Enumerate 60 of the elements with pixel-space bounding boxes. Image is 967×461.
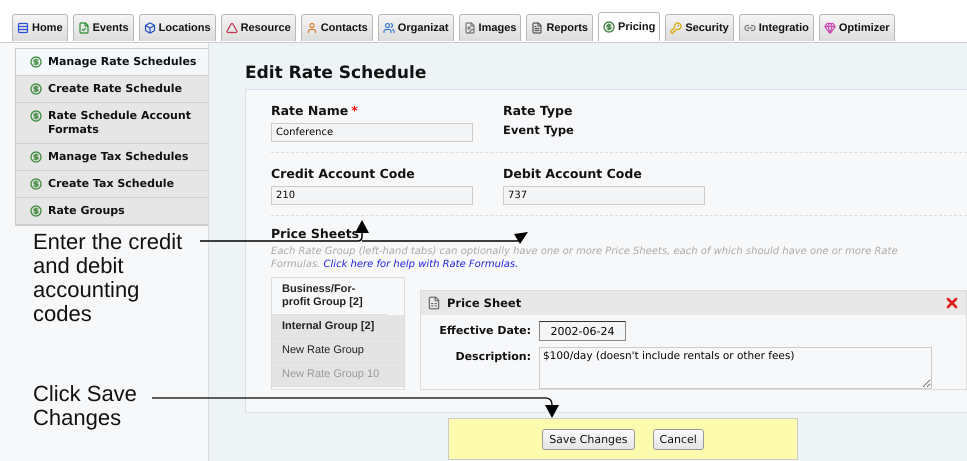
sidebar-item[interactable]: Rate Schedule Account Formats <box>16 103 208 144</box>
field-label: Rate Type <box>503 103 574 118</box>
rate-name-field[interactable]: Conference <box>271 123 473 142</box>
dollar-icon <box>30 178 42 190</box>
diamond-icon <box>824 22 836 34</box>
sidebar-item[interactable]: Manage Tax Schedules <box>16 144 208 171</box>
cube-icon <box>144 22 156 34</box>
dollar-icon <box>30 83 42 95</box>
document-icon <box>531 22 544 34</box>
nav-tab[interactable]: Home <box>12 14 68 41</box>
field-label: Credit Account Code <box>271 166 416 181</box>
document-icon <box>427 296 441 310</box>
dollar-icon <box>30 151 42 163</box>
dollar-icon <box>30 110 42 122</box>
nav-tab[interactable]: Integratio <box>738 14 814 41</box>
help-link[interactable]: Click here for help with Rate Formulas. <box>324 259 518 270</box>
sidebar-item[interactable]: Rate Groups <box>16 198 208 225</box>
nav-tab[interactable]: Optimizer <box>818 14 895 41</box>
nav-tab[interactable]: Locations <box>138 14 216 41</box>
card-title: Price Sheet <box>447 296 522 310</box>
date-field[interactable]: 2002-06-24 <box>539 321 626 341</box>
cancel-button[interactable]: Cancel <box>652 428 704 450</box>
group-tab[interactable]: New Rate Group <box>272 339 404 363</box>
image-icon <box>464 22 476 34</box>
page-title: Edit Rate Schedule <box>245 63 428 83</box>
sidebar-item[interactable]: Create Rate Schedule <box>16 76 208 103</box>
description-field[interactable]: $100/day (doesn't include rentals or other fees) <box>539 347 932 389</box>
callout-text: Enter the credit and debit accounting codes <box>32 230 183 326</box>
nav-tab[interactable]: Pricing <box>598 12 660 41</box>
field-label: Description: <box>454 349 531 363</box>
nav-tab[interactable]: Reports <box>526 14 594 41</box>
section-title: Price Sheets <box>271 226 360 241</box>
credit-code-field[interactable]: 210 <box>271 186 473 205</box>
key-icon <box>670 22 682 34</box>
person-icon <box>306 22 318 34</box>
stripes-icon <box>17 22 29 34</box>
link-icon <box>744 22 756 34</box>
save-button[interactable]: Save Changes <box>542 428 635 450</box>
sidebar-item[interactable]: Create Tax Schedule <box>16 171 208 198</box>
help-text: Each Rate Group (left-hand tabs) can optionally have one or more Price Sheets, each of which should have one or more Rate Formulas. Click here for help with Rate Formulas. <box>271 245 899 271</box>
field-label: Debit Account Code <box>503 166 643 181</box>
nav-tab[interactable]: Organizat <box>378 14 454 41</box>
dollar-icon <box>30 205 42 217</box>
debit-code-field[interactable]: 737 <box>503 186 705 205</box>
triangle-icon <box>226 22 238 34</box>
dollar-icon <box>30 56 42 68</box>
nav-tab[interactable]: Contacts <box>300 14 373 41</box>
field-label: Effective Date: <box>438 323 531 337</box>
rate-type-value: Event Type <box>503 123 575 137</box>
nav-tab[interactable]: Resource <box>220 14 296 41</box>
document-icon <box>78 22 90 34</box>
dollar-icon <box>603 21 616 33</box>
nav-tab[interactable]: Security <box>665 14 734 41</box>
nav-tab[interactable]: Events <box>72 14 134 41</box>
field-label: Rate Name * <box>271 103 359 118</box>
close-icon[interactable] <box>944 295 960 311</box>
nav-tab[interactable]: Images <box>458 14 522 41</box>
people-icon <box>382 22 395 34</box>
callout-text: Click Save Changes <box>32 382 138 430</box>
group-tab[interactable]: Internal Group [2] <box>272 315 404 339</box>
